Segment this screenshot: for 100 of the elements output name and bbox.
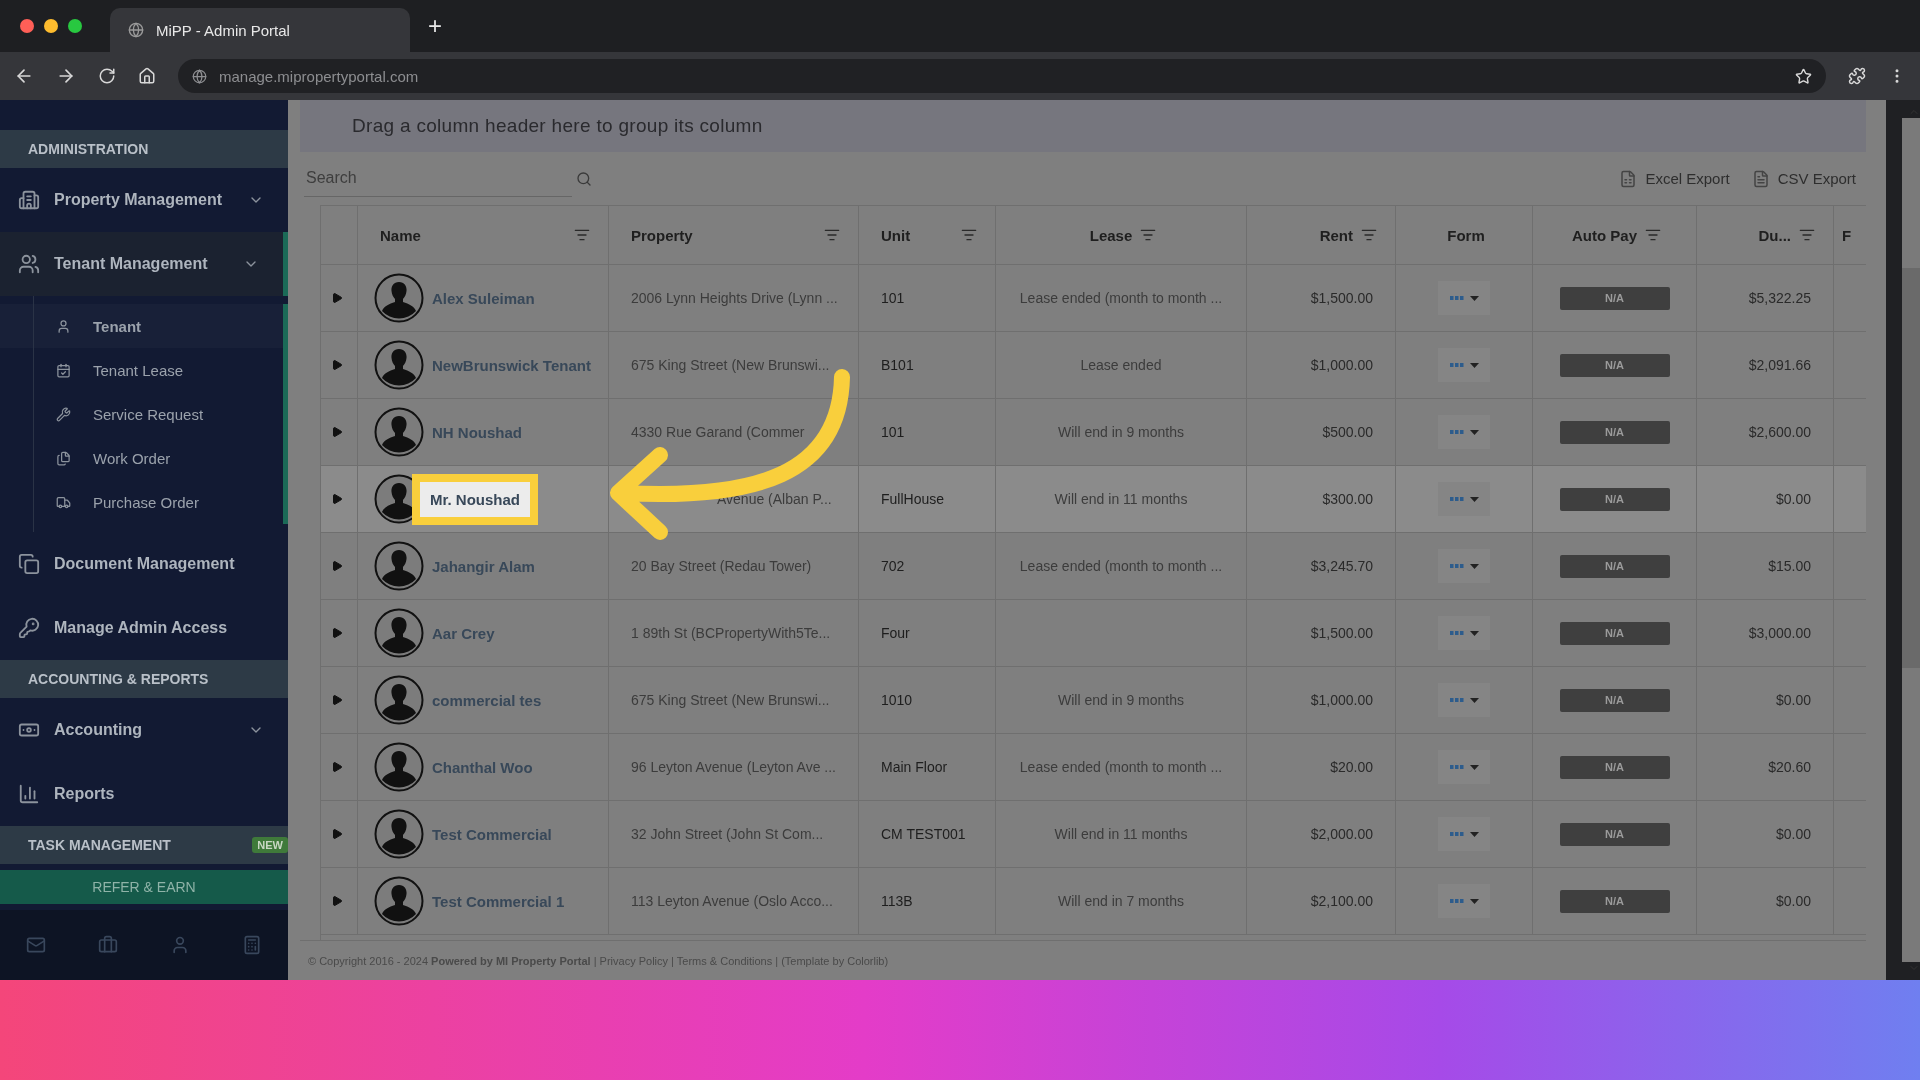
table-row[interactable]: Aar Crey 1 89th St (BCPropertyWith5Te... Four $1,500.00 N/A $3,000.00 <box>321 600 1866 667</box>
refer-button[interactable]: REFER & EARN <box>0 870 288 904</box>
expand-icon[interactable] <box>331 694 343 706</box>
export-button[interactable]: CSV Export <box>1751 169 1856 188</box>
column-header[interactable]: Property <box>609 206 859 264</box>
section-header: ACCOUNTING & REPORTS <box>0 660 288 698</box>
expand-icon[interactable] <box>331 426 343 438</box>
expand-icon[interactable] <box>331 627 343 639</box>
tenant-name[interactable]: Chanthal Woo <box>432 758 533 776</box>
scrollbar-thumb[interactable] <box>1902 268 1920 668</box>
dots-icon <box>1449 765 1464 769</box>
filter-icon[interactable] <box>1140 227 1157 243</box>
export-button[interactable]: Excel Export <box>1619 169 1730 188</box>
table-row[interactable]: NewBrunswick Tenant 675 King Street (New Brunswi... B101 Lease ended $1,000.00 N/A $2,091.66 <box>321 332 1866 399</box>
column-header[interactable]: F <box>1834 206 1866 264</box>
caret-icon <box>1469 630 1479 636</box>
briefcase-icon[interactable] <box>98 935 118 955</box>
avatar-icon <box>374 340 424 390</box>
mail-icon[interactable] <box>26 935 46 955</box>
column-header[interactable]: Lease <box>996 206 1247 264</box>
table-row[interactable]: Test Commercial 1 113 Leyton Avenue (Oslo Acco... 113B Will end in 7 months $2,100.00 N/A $0.00 <box>321 868 1866 935</box>
filter-icon[interactable] <box>961 227 977 243</box>
maximize-icon[interactable] <box>68 19 82 33</box>
browser-tab[interactable]: MiPP - Admin Portal <box>110 8 410 52</box>
sidebar-item[interactable]: Accounting <box>0 698 288 762</box>
tenant-name[interactable]: Test Commercial 1 <box>432 892 565 910</box>
tenant-name[interactable]: Aar Crey <box>432 624 495 642</box>
avatar-icon <box>374 273 424 323</box>
filter-icon[interactable] <box>1645 227 1661 243</box>
table-cell: $1,000.00 <box>1247 667 1396 733</box>
column-header[interactable]: Form <box>1396 206 1533 264</box>
sidebar-item[interactable]: Property Management <box>0 168 288 232</box>
table-cell: Will end in 9 months <box>996 399 1247 465</box>
reload-icon[interactable] <box>98 67 116 85</box>
tenant-name[interactable]: commercial tes <box>432 691 542 709</box>
filter-icon[interactable] <box>574 227 590 243</box>
column-header[interactable]: Name <box>358 206 609 264</box>
table-cell: $1,500.00 <box>1247 600 1396 666</box>
filter-icon[interactable] <box>1799 227 1815 243</box>
submenu-item[interactable]: Tenant <box>0 304 288 348</box>
table-row[interactable]: Alex Suleiman 2006 Lynn Heights Drive (Lynn ... 101 Lease ended (month to month ... $1,500.00 N/A $5,322.25 <box>321 265 1866 332</box>
address-field[interactable]: manage.mipropertyportal.com <box>178 59 1826 93</box>
star-icon[interactable] <box>1795 67 1812 85</box>
caret-icon <box>1469 496 1479 502</box>
sidebar-item[interactable]: Reports <box>0 762 288 826</box>
extensions-icon[interactable] <box>1848 67 1866 85</box>
table-cell: 101 <box>859 265 996 331</box>
expand-icon[interactable] <box>331 828 343 840</box>
expand-icon[interactable] <box>331 493 343 505</box>
sidebar-item[interactable]: Manage Admin Access <box>0 596 288 660</box>
table-cell: 1010 <box>859 667 996 733</box>
avatar-icon <box>374 675 424 725</box>
expand-icon[interactable] <box>331 560 343 572</box>
autopay-status: N/A <box>1559 755 1670 779</box>
avatar-icon <box>374 876 424 926</box>
group-panel: Drag a column header here to group its column <box>300 100 1866 152</box>
tenant-name[interactable]: NH Noushad <box>432 423 522 441</box>
table-row[interactable]: Test Commercial 32 John Street (John St Com... CM TEST001 Will end in 11 months $2,000.00 N/A $0.00 <box>321 801 1866 868</box>
new-tab-button[interactable]: + <box>418 12 452 40</box>
column-header[interactable]: Du... <box>1697 206 1834 264</box>
table-cell: $500.00 <box>1247 399 1396 465</box>
tenant-name[interactable]: Mr. Noushad <box>412 473 538 525</box>
table-row[interactable]: Jahangir Alam 20 Bay Street (Redau Tower) 702 Lease ended (month to month ... $3,245.70 N/A $15.00 <box>321 533 1866 600</box>
table-cell: $1,500.00 <box>1247 265 1396 331</box>
table-row[interactable]: Chanthal Woo 96 Leyton Avenue (Leyton Ave ... Main Floor Lease ended (month to month ... $20.00 N/A $20.60 <box>321 734 1866 801</box>
table-cell: $1,000.00 <box>1247 332 1396 398</box>
filter-icon[interactable] <box>1361 227 1377 243</box>
expand-icon[interactable] <box>331 761 343 773</box>
sidebar-item[interactable]: Tenant Management <box>0 232 288 296</box>
caret-icon <box>1469 764 1479 770</box>
tenant-name[interactable]: Alex Suleiman <box>432 289 535 307</box>
expand-icon[interactable] <box>331 895 343 907</box>
tenant-name[interactable]: NewBrunswick Tenant <box>432 356 591 374</box>
table-cell: Main Floor <box>859 734 996 800</box>
table-cell: 113B <box>859 868 996 934</box>
expand-icon[interactable] <box>331 359 343 371</box>
column-header[interactable]: Unit <box>859 206 996 264</box>
minimize-icon[interactable] <box>44 19 58 33</box>
calculator-icon[interactable] <box>242 935 262 955</box>
home-icon[interactable] <box>138 67 156 85</box>
document-icon <box>1751 169 1770 188</box>
autopay-status: N/A <box>1559 822 1670 846</box>
search-icon[interactable] <box>576 170 592 187</box>
table-cell: $2,100.00 <box>1247 868 1396 934</box>
caret-icon <box>1469 563 1479 569</box>
table-cell: Will end in 9 months <box>996 667 1247 733</box>
caret-icon <box>1469 295 1479 301</box>
search-field[interactable]: Search <box>304 160 572 197</box>
close-icon[interactable] <box>20 19 34 33</box>
table-cell: 1 89th St (BCPropertyWith5Te... <box>609 600 859 666</box>
column-header[interactable]: Rent <box>1247 206 1396 264</box>
expand-icon[interactable] <box>331 292 343 304</box>
tenant-name[interactable]: Test Commercial <box>432 825 552 843</box>
column-header[interactable]: Auto Pay <box>1533 206 1697 264</box>
user-icon[interactable] <box>170 935 190 955</box>
table-row[interactable]: commercial tes 675 King Street (New Brunswi... 1010 Will end in 9 months $1,000.00 N/A $0.00 <box>321 667 1866 734</box>
filter-icon[interactable] <box>824 227 840 243</box>
autopay-status: N/A <box>1559 353 1670 377</box>
tenant-name[interactable]: Jahangir Alam <box>432 557 535 575</box>
sidebar-item[interactable]: Document Management <box>0 532 288 596</box>
